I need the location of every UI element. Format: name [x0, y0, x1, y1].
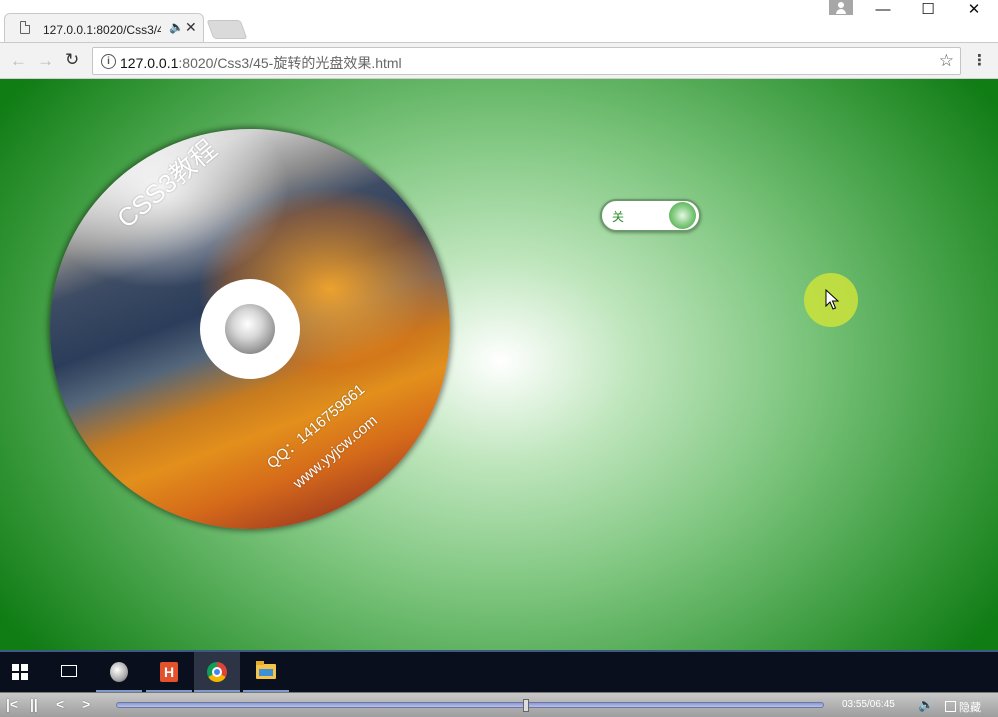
address-bar[interactable]: i 127.0.0.1:8020/Css3/45-旋转的光盘效果.html ☆ [92, 47, 961, 75]
task-view-button[interactable] [46, 652, 92, 692]
video-player-bar: |< || < > 03:55/06:45 🔊 隐藏 [0, 692, 998, 717]
cd-title: CSS3教程 [111, 133, 223, 234]
folder-icon [256, 661, 276, 679]
hbuilder-icon: H [160, 662, 178, 682]
user-icon[interactable] [829, 0, 853, 15]
skip-start-icon[interactable]: |< [6, 696, 18, 712]
cd-hub [225, 304, 275, 354]
hide-checkbox[interactable] [945, 701, 956, 712]
forward-icon[interactable]: → [37, 51, 54, 71]
browser-toolbar: ← → ↻ i 127.0.0.1:8020/Css3/45-旋转的光盘效果.h… [0, 42, 998, 79]
cd-center-hole [200, 279, 300, 379]
maximize-button[interactable]: ☐ [906, 0, 950, 20]
page-icon [20, 21, 30, 34]
volume-icon[interactable]: 🔊 [918, 697, 934, 713]
back-icon[interactable]: ← [10, 51, 27, 71]
next-icon[interactable]: > [82, 696, 90, 712]
taskbar-media-app[interactable] [96, 652, 142, 692]
taskbar: H [0, 650, 998, 692]
taskbar-hbuilder-app[interactable]: H [146, 652, 192, 692]
info-icon[interactable]: i [101, 54, 116, 69]
reload-icon[interactable]: ↻ [65, 50, 79, 70]
video-progress-track[interactable] [116, 699, 824, 712]
hide-toggle[interactable]: 隐藏 [945, 699, 981, 715]
prev-icon[interactable]: < [56, 696, 64, 712]
task-view-icon [61, 665, 77, 677]
new-tab-button[interactable] [206, 20, 248, 39]
minimize-button[interactable]: — [861, 0, 905, 20]
windows-icon [12, 664, 28, 680]
chrome-icon [207, 662, 227, 682]
windows-start-button[interactable] [0, 652, 46, 692]
page-viewport: CSS3教程 QQ：1416759661 www.yyjcw.com 关 [0, 79, 998, 650]
tab-close-button[interactable]: ✕ [185, 19, 197, 36]
pause-icon[interactable]: || [30, 696, 38, 712]
tab-title: 127.0.0.1:8020/Css3/45-旋转的光盘效果.html [43, 23, 161, 37]
media-app-icon [110, 662, 128, 682]
video-progress-thumb[interactable] [523, 699, 529, 712]
close-window-button[interactable]: ✕ [952, 0, 996, 20]
toggle-label: 关 [612, 210, 625, 224]
url-host: 127.0.0.1 [120, 55, 179, 71]
star-icon[interactable]: ☆ [939, 51, 954, 71]
url-path: :8020/Css3/45-旋转的光盘效果.html [178, 55, 402, 71]
video-time: 03:55/06:45 [842, 699, 895, 710]
browser-titlebar: 127.0.0.1:8020/Css3/45-旋转的光盘效果.html 🔈 ✕ … [0, 0, 998, 42]
browser-tab[interactable]: 127.0.0.1:8020/Css3/45-旋转的光盘效果.html 🔈 ✕ [4, 13, 204, 42]
taskbar-file-explorer[interactable] [243, 652, 289, 692]
cursor-icon [825, 289, 839, 310]
url-text[interactable]: 127.0.0.1:8020/Css3/45-旋转的光盘效果.html [120, 53, 402, 73]
toggle-knob[interactable] [669, 202, 696, 229]
hide-label: 隐藏 [959, 702, 981, 714]
taskbar-chrome-app[interactable] [194, 652, 240, 692]
rotation-toggle[interactable]: 关 [600, 199, 701, 232]
audio-icon[interactable]: 🔈 [169, 20, 184, 34]
cd-disc: CSS3教程 QQ：1416759661 www.yyjcw.com [50, 129, 450, 529]
menu-icon[interactable]: ⋮ [972, 51, 987, 69]
